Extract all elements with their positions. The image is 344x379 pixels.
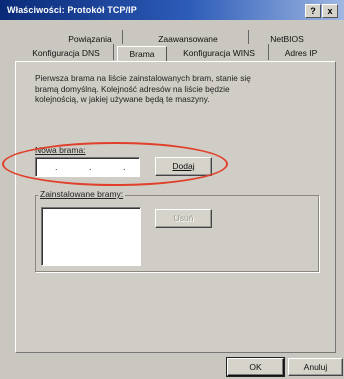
tab-zaawansowane[interactable]: Zaawansowane — [138, 32, 238, 46]
installed-gateways-label: Zainstalowane bramy: — [38, 189, 126, 199]
tab-divider — [268, 44, 269, 60]
tab-divider — [248, 30, 249, 44]
description-line: bramą domyślną. Kolejność adresów na liś… — [35, 83, 230, 94]
window-title: Właściwości: Protokół TCP/IP — [7, 5, 137, 15]
tab-adres-ip[interactable]: Adres IP — [274, 46, 328, 60]
tab-divider — [122, 30, 123, 44]
description-line: Pierwsza brama na liście zainstalowanych… — [35, 73, 251, 83]
description-line: kolejnością, w jakiej używane będą te ma… — [35, 94, 210, 104]
remove-button[interactable]: Usuń — [155, 209, 212, 228]
ok-button[interactable]: OK — [227, 358, 284, 376]
help-button[interactable]: ? — [305, 4, 321, 18]
tab-konfiguracja-wins[interactable]: Konfiguracja WINS — [174, 46, 264, 60]
description-text: Pierwsza brama na liście zainstalowanych… — [35, 73, 260, 105]
tab-konfiguracja-dns[interactable]: Konfiguracja DNS — [26, 46, 106, 60]
annotation-ellipse — [2, 142, 228, 186]
close-button[interactable]: x — [322, 4, 338, 18]
installed-gateways-list[interactable] — [41, 207, 141, 266]
tab-netbios[interactable]: NetBIOS — [256, 32, 318, 46]
tab-brama[interactable]: Brama — [117, 46, 167, 61]
title-bar: Właściwości: Protokół TCP/IP ? x — [0, 0, 344, 20]
tab-divider — [113, 44, 114, 60]
cancel-button[interactable]: Anuluj — [288, 358, 343, 376]
tab-powiazania[interactable]: Powiązania — [55, 32, 125, 46]
